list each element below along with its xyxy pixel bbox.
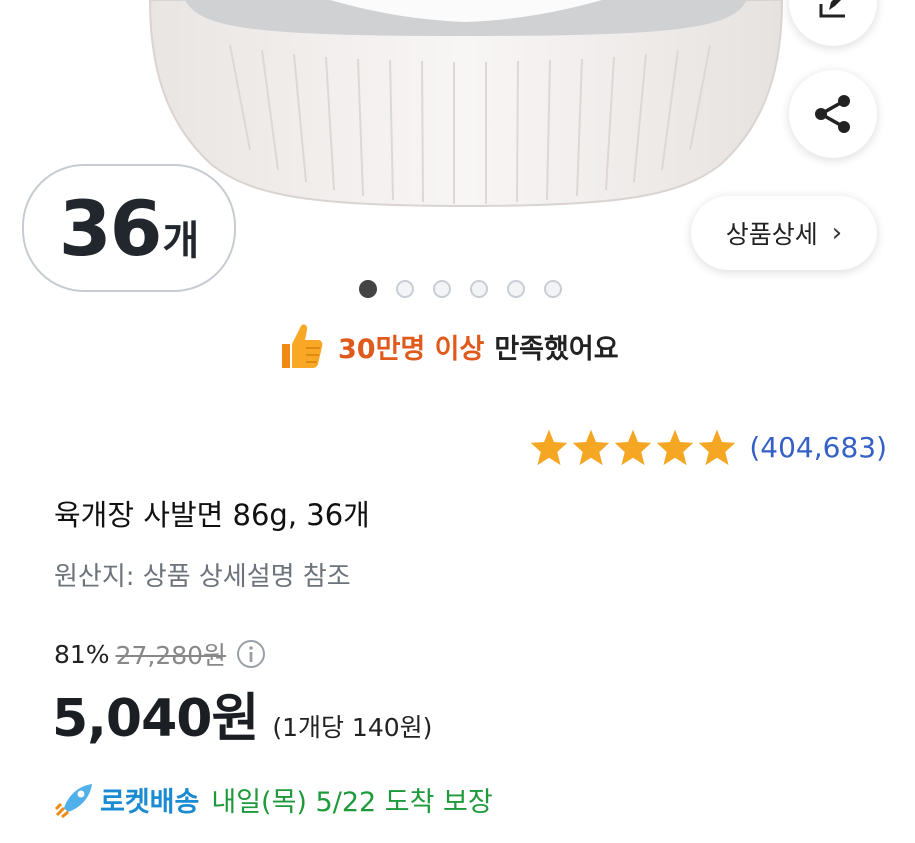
- price-row: 5,040원 (1개당 140원): [52, 676, 432, 751]
- review-count-link[interactable]: (404,683): [749, 431, 887, 464]
- star-icon: [531, 429, 568, 466]
- satisfaction-count: 30만명 이상: [338, 333, 485, 365]
- star-icon: [699, 429, 736, 466]
- carousel-dot[interactable]: [396, 280, 414, 298]
- quantity-number: 36: [58, 183, 163, 273]
- discount-percent: 81%: [54, 639, 110, 669]
- carousel-indicator[interactable]: [359, 280, 562, 298]
- edit-icon: [819, 0, 845, 18]
- product-image-carousel[interactable]: 36 개 상품상세 ›: [0, 0, 915, 310]
- rocket-delivery-label: 로켓배송: [100, 787, 200, 818]
- satisfaction-banner: 30만명 이상 만족했어요: [276, 318, 619, 374]
- share-icon: [815, 95, 850, 133]
- carousel-dot[interactable]: [507, 280, 525, 298]
- product-origin: 원산지: 상품 상세설명 참조: [54, 562, 351, 592]
- carousel-dot[interactable]: [433, 280, 451, 298]
- star-icon: [657, 429, 694, 466]
- satisfaction-text: 만족했어요: [494, 333, 619, 365]
- carousel-dot[interactable]: [359, 280, 377, 298]
- share-button[interactable]: [789, 70, 877, 158]
- star-rating: [529, 428, 737, 466]
- thumbs-up-icon: [282, 324, 323, 368]
- quantity-unit: 개: [162, 218, 200, 264]
- chevron-right-icon: ›: [831, 218, 843, 248]
- star-icon: [615, 429, 652, 466]
- quantity-badge: 36 개: [22, 164, 236, 292]
- product-detail-button[interactable]: 상품상세 ›: [691, 196, 877, 270]
- sale-price: 5,040원: [52, 689, 259, 749]
- unit-price: (1개당 140원): [272, 713, 433, 742]
- rating-summary[interactable]: (404,683): [529, 428, 887, 466]
- product-detail-label: 상품상세: [725, 220, 818, 249]
- product-title: 육개장 사발면 86g, 36개: [54, 498, 370, 532]
- rocket-icon: [54, 783, 92, 818]
- delivery-date: 내일(목) 5/22 도착 보장: [211, 787, 493, 818]
- carousel-dot[interactable]: [470, 280, 488, 298]
- delivery-info: 로켓배송 내일(목) 5/22 도착 보장: [54, 780, 493, 819]
- star-icon: [573, 429, 610, 466]
- original-price: 27,280원: [115, 641, 227, 670]
- discount-row: 81% 27,280원: [54, 636, 266, 672]
- carousel-dot[interactable]: [544, 280, 562, 298]
- info-icon[interactable]: [236, 639, 266, 669]
